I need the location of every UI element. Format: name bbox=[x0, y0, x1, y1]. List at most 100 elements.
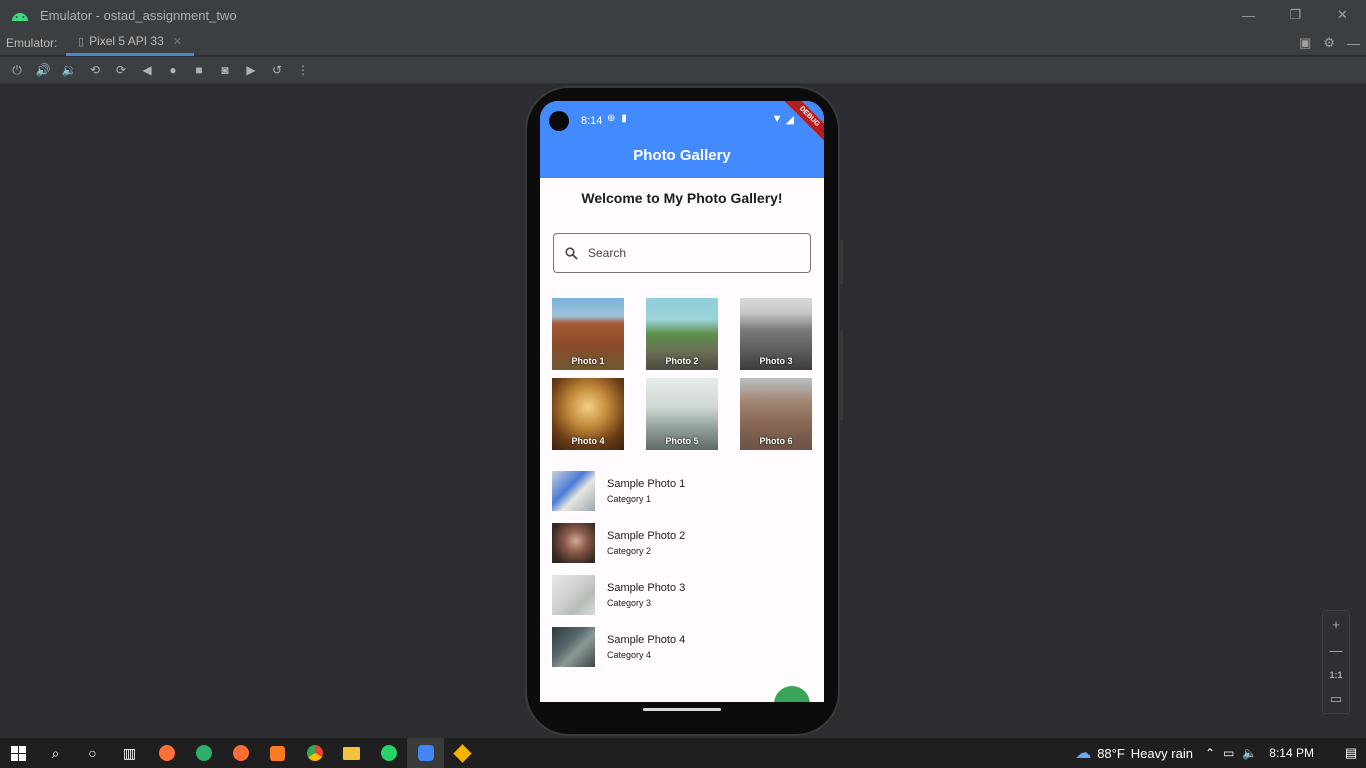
zoom-fit-icon[interactable]: ▭ bbox=[1330, 691, 1342, 707]
camera-icon[interactable]: ◙ bbox=[212, 58, 238, 82]
signal-icon: ◢ bbox=[785, 114, 794, 126]
start-button[interactable] bbox=[0, 738, 37, 768]
window-titlebar: Emulator - ostad_assignment_two — ❐ ✕ bbox=[0, 0, 1366, 30]
close-button[interactable]: ✕ bbox=[1319, 0, 1366, 30]
zoom-panel: + — 1:1 ▭ bbox=[1322, 610, 1350, 714]
search-input[interactable]: Search bbox=[553, 233, 811, 273]
list-subtitle: Category 2 bbox=[607, 546, 652, 556]
list-item[interactable]: Sample Photo 4 Category 4 bbox=[552, 626, 812, 668]
window-title: Emulator - ostad_assignment_two bbox=[40, 7, 237, 23]
list-subtitle: Category 3 bbox=[607, 598, 652, 608]
app-title: Photo Gallery bbox=[633, 147, 731, 164]
list-item[interactable]: Sample Photo 2 Category 2 bbox=[552, 522, 812, 564]
speaker-icon[interactable]: 🔈 bbox=[1242, 746, 1257, 760]
photo-caption: Photo 5 bbox=[665, 436, 699, 446]
photo-tile[interactable]: Photo 6 bbox=[740, 378, 812, 450]
list-title: Sample Photo 4 bbox=[607, 634, 686, 646]
floating-action-button[interactable] bbox=[774, 686, 810, 702]
more-icon[interactable]: ⋮ bbox=[290, 58, 316, 82]
status-time: 8:14 bbox=[581, 115, 603, 127]
welcome-heading: Welcome to My Photo Gallery! bbox=[581, 190, 783, 206]
home-icon[interactable]: ● bbox=[160, 58, 186, 82]
reset-icon[interactable]: ↺ bbox=[264, 58, 290, 82]
vpn-icon: ⊕ bbox=[607, 113, 616, 124]
android-icon bbox=[0, 9, 40, 21]
gesture-home-bar[interactable] bbox=[643, 708, 721, 711]
list-thumbnail bbox=[552, 627, 595, 667]
device-icon: ▯ bbox=[78, 35, 85, 48]
weather-widget[interactable]: ☁ 88°F Heavy rain bbox=[1075, 743, 1193, 763]
power-key[interactable] bbox=[840, 240, 843, 284]
device-screen: 8:14 ⊕ ▮ ▼ ◢ DEBUG Photo Gallery Welcome… bbox=[540, 101, 824, 702]
zoom-actual-size-button[interactable]: 1:1 bbox=[1329, 670, 1342, 680]
list-title: Sample Photo 2 bbox=[607, 530, 686, 542]
hide-icon[interactable]: — bbox=[1347, 36, 1360, 51]
whatsapp-icon[interactable] bbox=[370, 738, 407, 768]
rotate-left-icon[interactable]: ⟲ bbox=[82, 58, 108, 82]
zoom-out-icon[interactable]: — bbox=[1330, 643, 1343, 658]
list-thumbnail bbox=[552, 523, 595, 563]
minimize-button[interactable]: — bbox=[1225, 0, 1272, 30]
close-tab-icon[interactable]: ✕ bbox=[173, 35, 182, 48]
front-camera bbox=[549, 111, 569, 131]
search-placeholder: Search bbox=[588, 246, 627, 260]
browser-icon[interactable] bbox=[185, 738, 222, 768]
status-bar: 8:14 ⊕ ▮ ▼ ◢ DEBUG bbox=[540, 101, 824, 146]
volume-down-icon[interactable]: 🔉 bbox=[56, 58, 82, 82]
photo-tile[interactable]: Photo 4 bbox=[552, 378, 624, 450]
list-title: Sample Photo 1 bbox=[607, 478, 686, 490]
list-thumbnail bbox=[552, 471, 595, 511]
chrome-icon[interactable] bbox=[296, 738, 333, 768]
cortana-icon[interactable]: ○ bbox=[74, 738, 111, 768]
rain-cloud-icon: ☁ bbox=[1075, 745, 1092, 762]
notification-icon[interactable]: ▤ bbox=[1336, 738, 1366, 768]
gear-icon[interactable]: ⚙ bbox=[1323, 35, 1335, 51]
network-icon[interactable]: ▭ bbox=[1223, 746, 1234, 760]
weather-desc: Heavy rain bbox=[1130, 745, 1193, 761]
postman-icon[interactable] bbox=[222, 738, 259, 768]
firefox-icon[interactable] bbox=[148, 738, 185, 768]
back-icon[interactable]: ◀ bbox=[134, 58, 160, 82]
folder-icon[interactable] bbox=[333, 738, 370, 768]
list-item[interactable]: Sample Photo 3 Category 3 bbox=[552, 574, 812, 616]
tab-pixel-5[interactable]: ▯ Pixel 5 API 33 ✕ bbox=[66, 30, 194, 56]
photo-caption: Photo 4 bbox=[571, 436, 605, 446]
git-icon[interactable] bbox=[444, 738, 481, 768]
photo-caption: Photo 6 bbox=[759, 436, 793, 446]
photo-caption: Photo 1 bbox=[571, 356, 605, 366]
rotate-right-icon[interactable]: ⟳ bbox=[108, 58, 134, 82]
search-icon[interactable]: ⌕ bbox=[37, 738, 74, 768]
photo-caption: Photo 3 bbox=[759, 356, 793, 366]
emulator-label: Emulator: bbox=[6, 35, 58, 50]
android-studio-icon[interactable] bbox=[407, 738, 444, 768]
xampp-icon[interactable] bbox=[259, 738, 296, 768]
emulator-toolbar: ⏻ 🔊 🔉 ⟲ ⟳ ◀ ● ■ ◙ ▶ ↺ ⋮ bbox=[0, 57, 1366, 84]
wifi-icon: ▼ bbox=[771, 113, 783, 125]
list-title: Sample Photo 3 bbox=[607, 582, 686, 594]
photo-caption: Photo 2 bbox=[665, 356, 699, 366]
restore-button[interactable]: ❐ bbox=[1272, 0, 1319, 30]
weather-temp: 88°F bbox=[1097, 745, 1125, 761]
tab-label: Pixel 5 API 33 bbox=[89, 34, 164, 48]
overview-icon[interactable]: ■ bbox=[186, 58, 212, 82]
layout-icon[interactable]: ▣ bbox=[1299, 35, 1311, 51]
photo-tile[interactable]: Photo 3 bbox=[740, 298, 812, 370]
chevron-up-icon[interactable]: ⌃ bbox=[1205, 746, 1215, 760]
windows-taskbar: ⌕ ○ ▥ ☁ 88°F Heavy rain ⌃ ▭ 🔈 8:14 PM ▤ bbox=[0, 738, 1366, 768]
task-view-icon[interactable]: ▥ bbox=[111, 738, 148, 768]
app-bar: 8:14 ⊕ ▮ ▼ ◢ DEBUG Photo Gallery bbox=[540, 101, 824, 178]
volume-key[interactable] bbox=[840, 330, 843, 420]
list-subtitle: Category 4 bbox=[607, 650, 652, 660]
sd-card-icon: ▮ bbox=[621, 113, 627, 124]
photo-tile[interactable]: Photo 2 bbox=[646, 298, 718, 370]
taskbar-clock[interactable]: 8:14 PM bbox=[1269, 746, 1314, 760]
emulator-tabbar: Emulator: ▯ Pixel 5 API 33 ✕ ▣ ⚙ — bbox=[0, 30, 1366, 56]
photo-tile[interactable]: Photo 1 bbox=[552, 298, 624, 370]
power-icon[interactable]: ⏻ bbox=[4, 58, 30, 82]
photo-tile[interactable]: Photo 5 bbox=[646, 378, 718, 450]
list-item[interactable]: Sample Photo 1 Category 1 bbox=[552, 470, 812, 512]
record-icon[interactable]: ▶ bbox=[238, 58, 264, 82]
zoom-in-icon[interactable]: + bbox=[1332, 617, 1340, 632]
list-subtitle: Category 1 bbox=[607, 494, 652, 504]
volume-up-icon[interactable]: 🔊 bbox=[30, 58, 56, 82]
